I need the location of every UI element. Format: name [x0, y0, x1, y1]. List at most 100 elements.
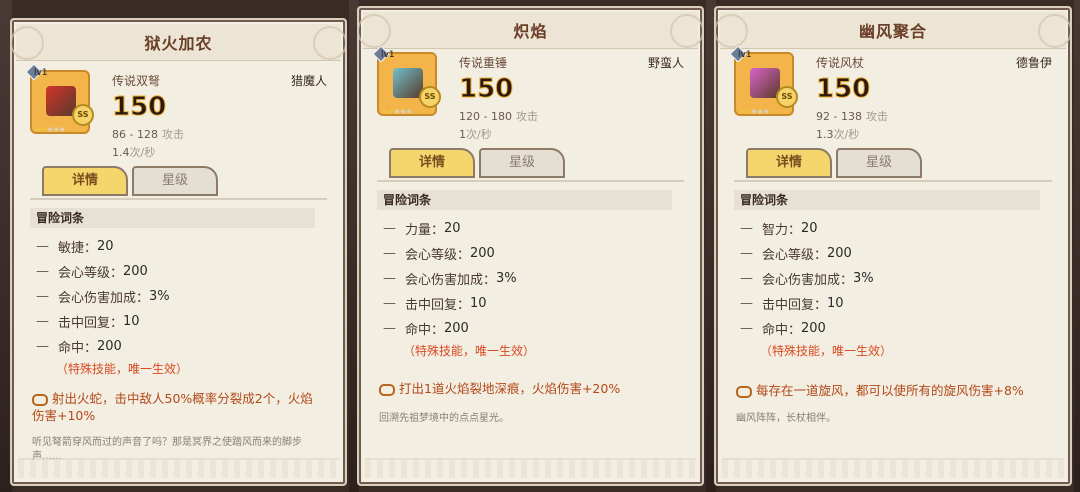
- attribute-value: 200: [801, 321, 826, 336]
- tab-stars[interactable]: 星级: [132, 166, 218, 196]
- dash-icon: —: [740, 321, 753, 336]
- star-icon: ★: [762, 107, 770, 116]
- link-icon: [736, 385, 752, 398]
- attribute-value: 20: [97, 239, 114, 254]
- attribute-value: 10: [470, 296, 487, 311]
- damage-value: 86 - 128: [112, 128, 158, 141]
- legend-badge-icon: SS: [776, 86, 798, 108]
- attribute-name: 会心等级：: [405, 248, 471, 263]
- weapon-icon[interactable]: lv1 SS ★★★★★: [372, 45, 441, 116]
- attribute-row: — 智力： 20: [740, 216, 874, 241]
- attribute-value: 10: [123, 314, 140, 329]
- link-icon: [32, 393, 48, 406]
- skill-text: 打出1道火焰裂地深痕，火焰伤害+20%: [399, 381, 621, 396]
- attribute-name: 会心等级：: [762, 248, 828, 263]
- attribute-row: — 敏捷： 20: [36, 234, 170, 259]
- weapon-icon[interactable]: lv1 SS ★★★★★: [729, 45, 798, 116]
- star-rating: ★★★★★: [381, 107, 413, 116]
- dash-icon: —: [740, 296, 753, 311]
- damage-value: 120 - 180: [459, 110, 512, 123]
- legend-badge-icon: SS: [419, 86, 441, 108]
- title-bar: 狱火加农: [12, 24, 345, 61]
- attribute-value: 10: [827, 296, 844, 311]
- tab-details[interactable]: 详情: [42, 166, 128, 196]
- attack-speed: 1.3次/秒: [816, 126, 859, 142]
- attribute-value: 20: [801, 221, 818, 236]
- power-score: 150: [815, 74, 871, 105]
- attribute-row: — 命中： 200: [383, 316, 517, 341]
- star-rating: ★★★★★: [34, 125, 66, 134]
- class-name: 德鲁伊: [1015, 56, 1052, 70]
- attribute-row: — 命中： 200: [36, 334, 170, 359]
- divider: [734, 180, 1052, 182]
- special-skill-note: （特殊技能，唯一生效）: [760, 344, 893, 358]
- tab-stars[interactable]: 星级: [479, 148, 565, 178]
- section-title: 冒险词条: [377, 190, 672, 210]
- attack-speed: 1.4次/秒: [112, 144, 155, 160]
- ornament-icon: [670, 14, 702, 48]
- card-title: 狱火加农: [144, 34, 213, 53]
- dash-icon: —: [383, 271, 396, 286]
- dash-icon: —: [36, 289, 49, 304]
- weapon-header: lv1 SS ★★★★★ 传说双弩 猎魔人 150 86 - 128 攻击 1.4次/秒: [25, 63, 327, 160]
- ornament-icon: [12, 26, 44, 60]
- star-icon: ★: [58, 125, 66, 134]
- ornament-icon: [1038, 14, 1070, 48]
- damage-range: 120 - 180 攻击: [459, 108, 538, 124]
- damage-unit: 攻击: [865, 110, 888, 123]
- damage-unit: 攻击: [161, 128, 184, 141]
- skill-description: 每存在一道旋风，都可以使所有的旋风伤害+8%: [736, 382, 1046, 399]
- special-skill-note: （特殊技能，唯一生效）: [403, 344, 536, 358]
- speed-value: 1: [459, 128, 466, 141]
- level-label: lv1: [381, 50, 395, 60]
- weapon-type: 传说风杖: [816, 56, 865, 70]
- weapon-card: 炽焰 lv1 SS ★★★★★ 传说重锤 野蛮人 150 120 - 180 攻击 1次/秒 详情星…: [357, 6, 704, 486]
- flavor-text: 听见弩箭穿风而过的声音了吗？那是冥界之使踏风而来的脚步声……: [32, 437, 302, 462]
- attribute-row: — 会心等级： 200: [740, 241, 874, 266]
- speed-unit: 次/秒: [466, 128, 492, 141]
- title-bar: 幽风聚合: [716, 12, 1070, 49]
- dash-icon: —: [36, 264, 49, 279]
- attribute-row: — 命中： 200: [740, 316, 874, 341]
- damage-range: 86 - 128 攻击: [112, 126, 184, 142]
- flavor-text: 回溯先祖梦境中的点点星光。: [379, 413, 509, 424]
- class-name: 野蛮人: [647, 56, 684, 70]
- power-score: 150: [458, 74, 514, 105]
- attribute-row: — 击中回复： 10: [740, 291, 874, 316]
- weapon-header: lv1 SS ★★★★★ 传说重锤 野蛮人 150 120 - 180 攻击 1次/秒: [372, 45, 684, 142]
- tab-stars[interactable]: 星级: [836, 148, 922, 178]
- tab-details[interactable]: 详情: [746, 148, 832, 178]
- speed-value: 1.4: [112, 146, 130, 159]
- level-label: lv1: [34, 68, 48, 78]
- attribute-row: — 会心伤害加成： 3%: [36, 284, 170, 309]
- attribute-value: 200: [123, 264, 148, 279]
- section-title: 冒险词条: [734, 190, 1040, 210]
- attribute-row: — 击中回复： 10: [383, 291, 517, 316]
- speed-value: 1.3: [816, 128, 834, 141]
- class-name: 猎魔人: [290, 74, 327, 88]
- dash-icon: —: [740, 221, 753, 236]
- attribute-name: 击中回复：: [405, 298, 471, 313]
- flavor-text: 幽风阵阵，长杖相伴。: [736, 413, 836, 424]
- attribute-row: — 会心等级： 200: [36, 259, 170, 284]
- speed-unit: 次/秒: [833, 128, 860, 141]
- dash-icon: —: [36, 339, 49, 354]
- attribute-name: 会心伤害加成：: [405, 273, 497, 288]
- attribute-name: 命中：: [762, 323, 802, 338]
- tab-details[interactable]: 详情: [389, 148, 475, 178]
- attack-speed: 1次/秒: [459, 126, 492, 142]
- link-icon: [379, 383, 395, 396]
- dash-icon: —: [740, 246, 753, 261]
- attribute-list: — 智力： 20— 会心等级： 200— 会心伤害加成： 3% — 击中回复： 10— 命中： 200: [740, 216, 874, 341]
- attribute-name: 智力：: [762, 223, 802, 238]
- damage-range: 92 - 138 攻击: [816, 108, 888, 124]
- weapon-icon[interactable]: lv1 SS ★★★★★: [25, 63, 94, 134]
- weapon-type: 传说双弩: [112, 74, 161, 88]
- card-title: 幽风聚合: [858, 22, 927, 41]
- dash-icon: —: [383, 321, 396, 336]
- dash-icon: —: [36, 239, 49, 254]
- damage-value: 92 - 138: [816, 110, 862, 123]
- attribute-name: 命中：: [58, 341, 98, 356]
- attribute-row: — 会心伤害加成： 3%: [383, 266, 517, 291]
- attribute-list: — 力量： 20— 会心等级： 200— 会心伤害加成： 3% — 击中回复： 10— 命中： 200: [383, 216, 517, 341]
